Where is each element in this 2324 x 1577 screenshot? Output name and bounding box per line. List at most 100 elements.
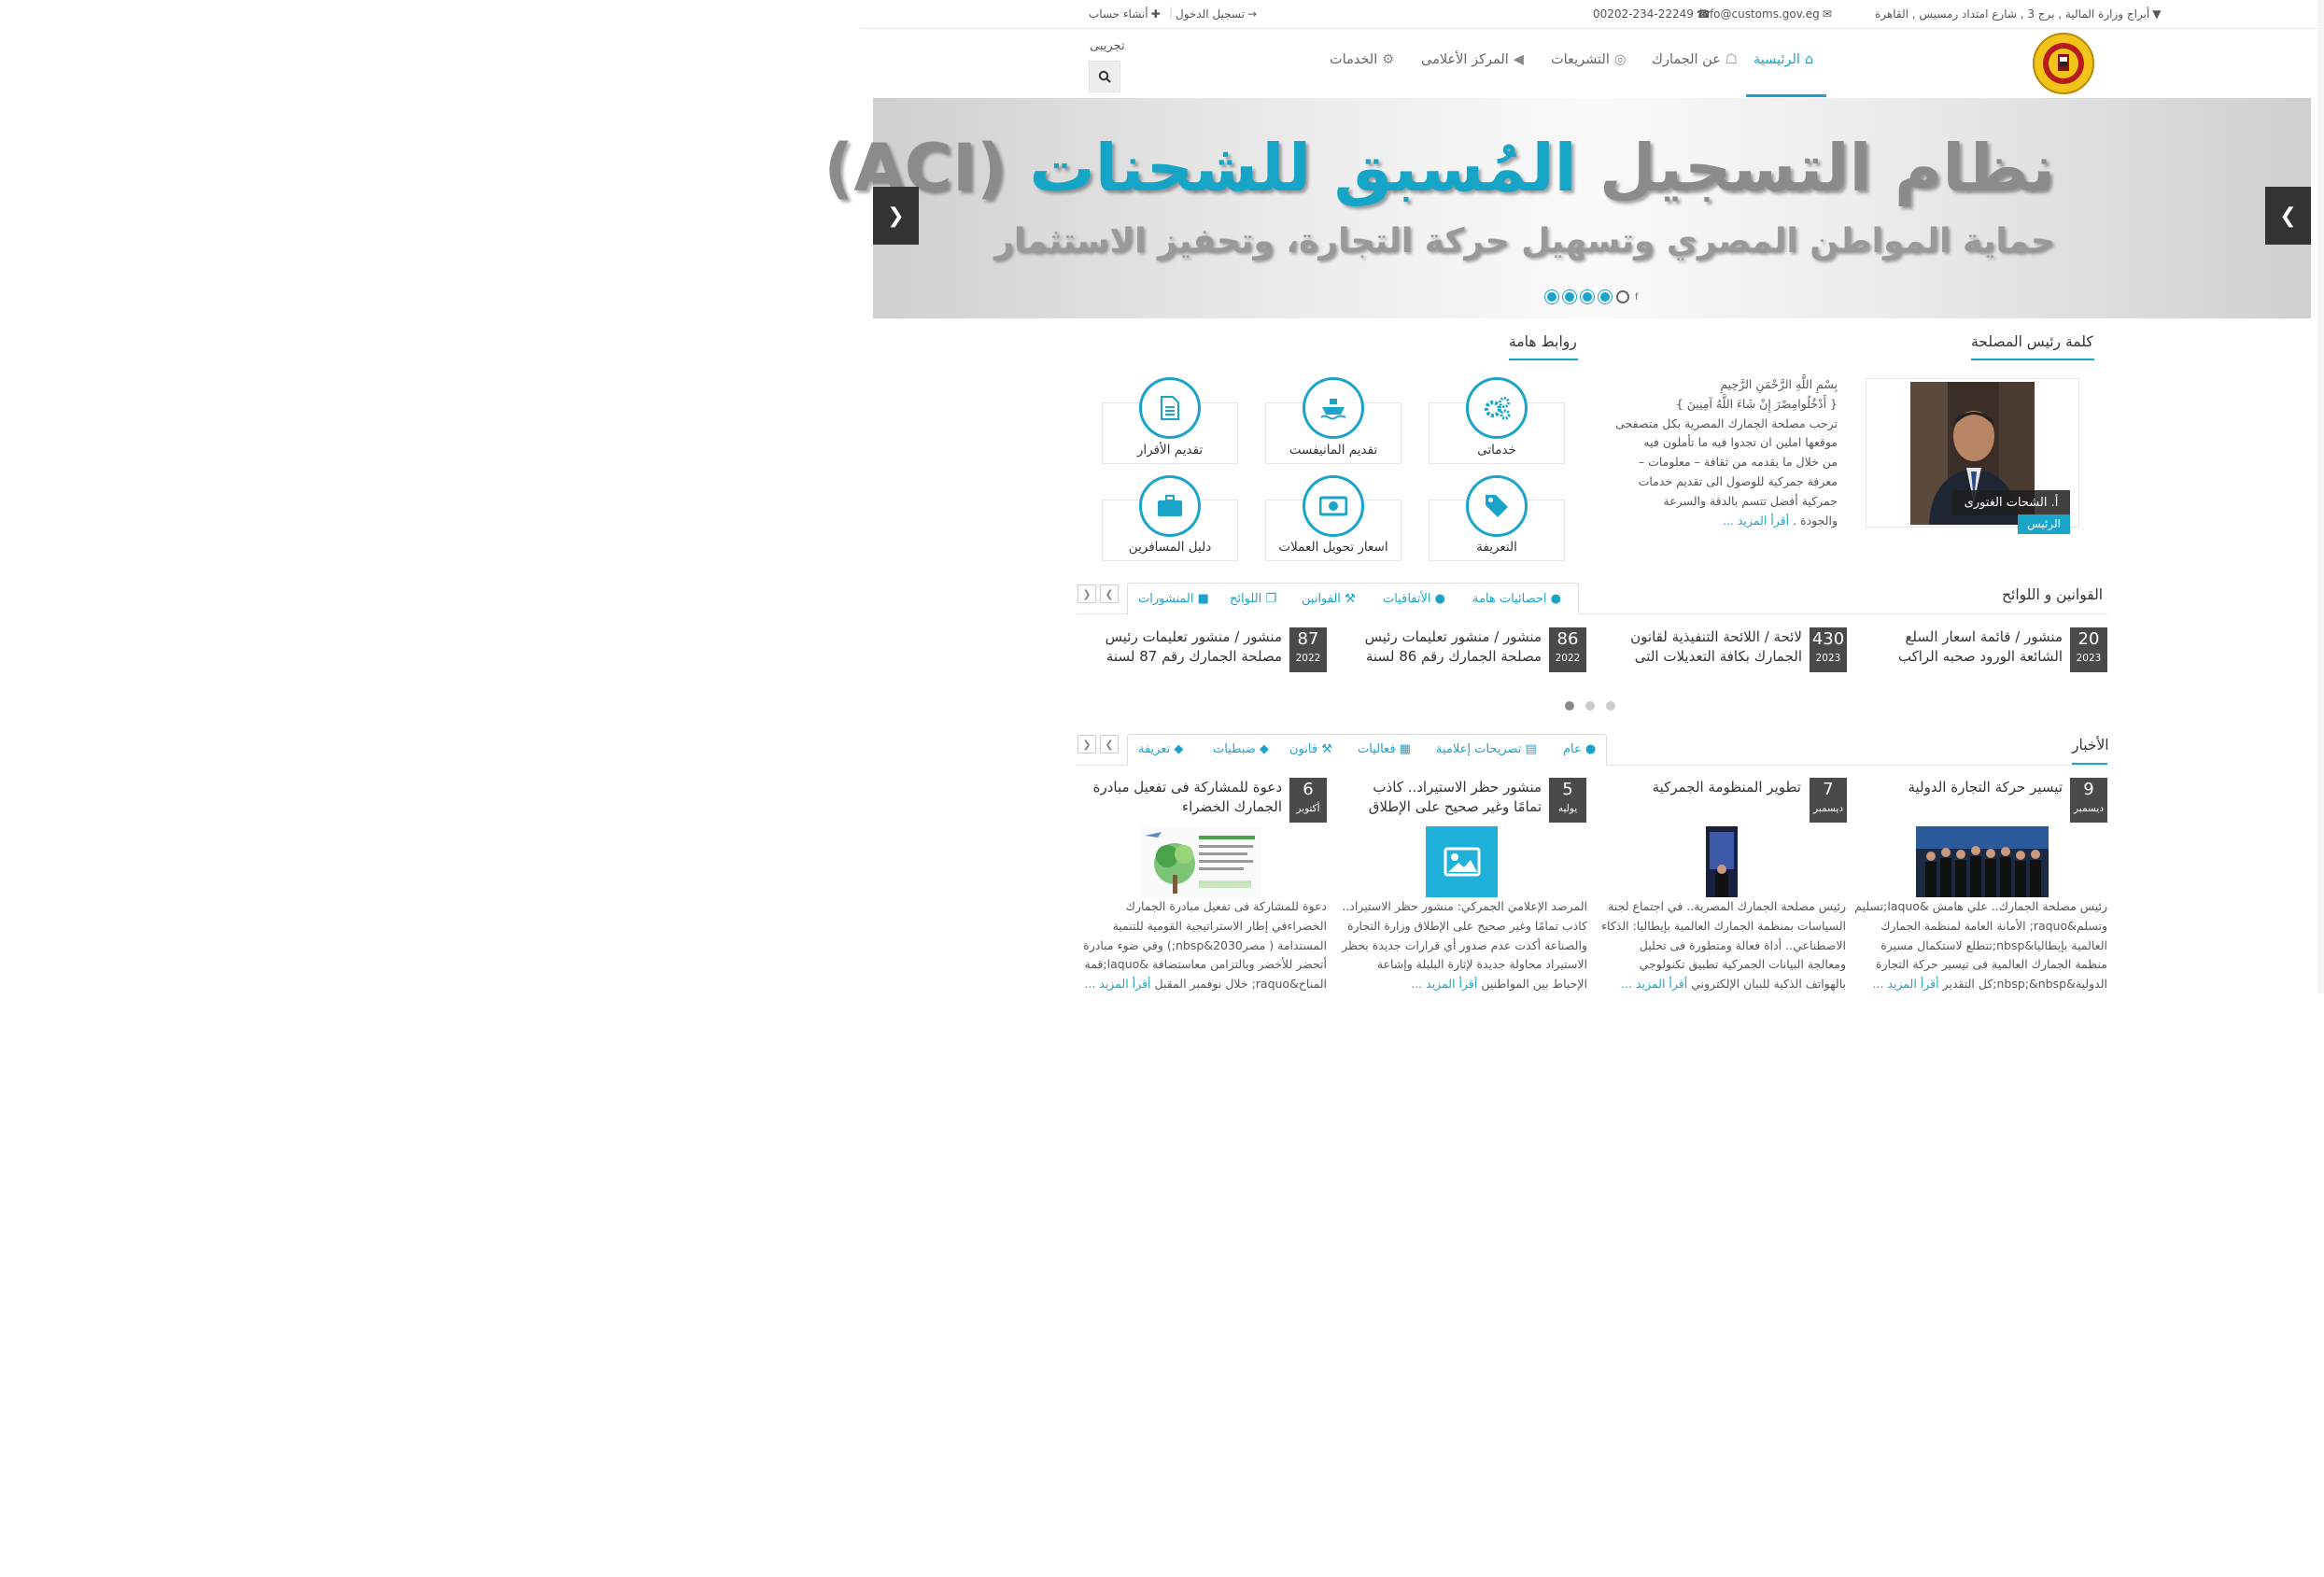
link-tariff-circle[interactable]: [1466, 475, 1528, 537]
news-item-excerpt: رئيس مصلحة الجمارك.. علي هامش &laquo;تسل…: [1854, 899, 2107, 992]
laws-tab-publications[interactable]: ■ المنشورات: [1138, 592, 1209, 606]
login-link[interactable]: →تسجيل الدخول: [1176, 7, 1257, 21]
news-item-title[interactable]: دعوة للمشاركة فى تفعيل مبادرة الجمارك ال…: [1073, 778, 1282, 817]
news-item-image[interactable]: [1706, 826, 1738, 897]
link-declaration-circle[interactable]: [1139, 377, 1201, 439]
shield-icon: ◆: [1259, 742, 1269, 756]
globe-icon: ●: [1585, 742, 1597, 756]
pagination-dot[interactable]: [1565, 701, 1574, 711]
link-manifest-circle[interactable]: [1303, 377, 1364, 439]
news-tab-media[interactable]: ▤ تصريحات إعلامية: [1436, 742, 1537, 756]
bullhorn-icon: ◀: [1513, 52, 1524, 67]
home-icon: ⌂: [1804, 52, 1814, 67]
gears-icon: [1485, 397, 1511, 420]
news-item-excerpt: دعوة للمشاركة فى تفعيل مبادرة الجمارك ال…: [1083, 899, 1327, 992]
nav-active-indicator: [1746, 94, 1826, 97]
link-my-services-circle[interactable]: [1466, 377, 1528, 439]
news-read-more[interactable]: أقرأ المزيد ...: [1411, 977, 1477, 991]
user-plus-icon: ✚: [1150, 7, 1161, 21]
news-tab-law[interactable]: ⚒ قانون: [1289, 742, 1332, 756]
law-date-badge: 86 2022: [1549, 627, 1586, 672]
chief-message: بِسْمِ اللَّهِ الرَّحْمَنِ الرَّحِيمِ { …: [1615, 377, 1838, 528]
email[interactable]: ✉info@customs.gov.eg: [1699, 7, 1832, 21]
tags-icon: [1486, 495, 1508, 517]
money-icon: [1319, 496, 1347, 516]
news-item-title[interactable]: منشور حظر الاستيراد.. كاذب تمامًا وغير ص…: [1345, 778, 1542, 817]
phone-icon: ☎: [1696, 7, 1711, 21]
slider-dot[interactable]: [1599, 290, 1612, 303]
law-item-title[interactable]: منشور / منشور تعليمات رئيس مصلحة الجمارك…: [1344, 627, 1542, 667]
envelope-icon: ✉: [1822, 7, 1832, 21]
document-icon: [1161, 396, 1179, 420]
news-tab-general[interactable]: ● عام: [1563, 742, 1596, 756]
news-prev-arrow[interactable]: ❮: [1077, 735, 1096, 753]
search-button[interactable]: [1089, 61, 1120, 92]
pagination-dot[interactable]: [1585, 701, 1595, 711]
gears-icon: ⚙: [1382, 52, 1395, 67]
laws-tab-regulations[interactable]: ❐ اللوائح: [1230, 592, 1276, 606]
chief-read-more[interactable]: أقرأ المزيد ...: [1723, 514, 1789, 528]
sign-in-icon: →: [1247, 7, 1258, 21]
page-scrollbar[interactable]: [2317, 0, 2324, 993]
news-item-image-placeholder[interactable]: [1426, 826, 1498, 897]
slider-dots-suffix: f: [1635, 292, 1639, 303]
slider-dot[interactable]: [1581, 290, 1594, 303]
image-icon: [1444, 847, 1480, 877]
slider-dot[interactable]: [1545, 290, 1558, 303]
nav-about[interactable]: ☖عن الجمارك: [1652, 52, 1738, 67]
slide-title: نظام التسجيل المُسبق للشحنات (ACI): [824, 130, 2055, 206]
links-heading-underline: [1509, 359, 1578, 360]
compass-icon: ◎: [1613, 52, 1627, 67]
pagination-dot[interactable]: [1606, 701, 1615, 711]
law-item-title[interactable]: لائحة / اللائحة التنفيذية لقانون الجمارك…: [1604, 627, 1802, 667]
news-read-more[interactable]: أقرأ المزيد ...: [1084, 977, 1150, 991]
slider-prev-button[interactable]: ❮: [873, 187, 919, 245]
chevron-left-icon: ❮: [887, 204, 905, 228]
link-currency-rates-circle[interactable]: [1303, 475, 1364, 537]
gavel-icon: ⚒: [1321, 742, 1332, 756]
laws-next-arrow[interactable]: ❯: [1100, 584, 1119, 603]
news-next-arrow[interactable]: ❯: [1100, 735, 1119, 753]
newspaper-icon: ▤: [1525, 742, 1537, 756]
news-read-more[interactable]: أقرأ المزيد ...: [1872, 977, 1938, 991]
laws-tab-laws[interactable]: ⚒ القوانين: [1302, 592, 1356, 606]
globe-icon: ●: [1550, 592, 1561, 606]
chevron-left-icon: ❮: [1082, 738, 1092, 751]
link-tariff-label: التعريفة: [1476, 540, 1517, 555]
news-item-image[interactable]: [1141, 826, 1261, 897]
slide-subtitle: حماية المواطن المصري وتسهيل حركة التجارة…: [994, 222, 2055, 260]
slider-dot-current[interactable]: [1616, 290, 1629, 303]
nav-media-center[interactable]: ◀المركز الأعلامى: [1421, 52, 1524, 67]
news-item-excerpt: رئيس مصلحة الجمارك المصرية.. في اجتماع ل…: [1601, 899, 1846, 992]
link-declaration-label: تقديم الأقرار: [1136, 443, 1204, 458]
calendar-icon: ▦: [1399, 742, 1411, 756]
news-item-image[interactable]: [1916, 826, 2049, 897]
link-travellers-guide-circle[interactable]: [1139, 475, 1201, 537]
news-tab-seizures[interactable]: ◆ ضبطيات: [1213, 742, 1269, 756]
nav-home[interactable]: ⌂الرئيسية: [1754, 52, 1813, 67]
link-travellers-guide-label: دليل المسافرين: [1128, 540, 1212, 555]
law-item-title[interactable]: منشور / قائمة اسعار السلع الشائعة الورود…: [1874, 627, 2063, 667]
globe-icon: ●: [1434, 592, 1446, 606]
news-tab-tariff[interactable]: ◆ تعريفة: [1138, 742, 1183, 756]
news-item-title[interactable]: تطوير المنظومة الجمركية: [1607, 778, 1801, 797]
nav-legislation[interactable]: ◎التشريعات: [1551, 52, 1627, 67]
news-read-more[interactable]: أقرأ المزيد ...: [1621, 977, 1687, 991]
nav-services[interactable]: ⚙الخدمات: [1330, 52, 1394, 67]
news-date-badge: 6 أكتوبر: [1289, 778, 1327, 823]
laws-tab-statistics[interactable]: ● احصائيات هامة: [1472, 592, 1561, 606]
slider-dot[interactable]: [1563, 290, 1576, 303]
chief-heading: كلمة رئيس المصلحة: [1971, 333, 2093, 350]
gavel-icon: ⚒: [1345, 592, 1356, 606]
news-tab-events[interactable]: ▦ فعاليات: [1358, 742, 1411, 756]
bank-icon: ☖: [1725, 52, 1738, 67]
customs-logo[interactable]: [2033, 32, 2094, 95]
laws-prev-arrow[interactable]: ❮: [1077, 584, 1096, 603]
laws-tab-agreements[interactable]: ● الأتفاقيات: [1383, 592, 1445, 606]
book-icon: ■: [1197, 592, 1209, 606]
law-item-title[interactable]: منشور / منشور تعليمات رئيس مصلحة الجمارك…: [1084, 627, 1282, 667]
separator: |: [1169, 6, 1174, 19]
news-item-title[interactable]: تيسير حركة التجارة الدولية: [1868, 778, 2063, 797]
register-link[interactable]: ✚أنشاء حساب: [1089, 7, 1161, 21]
slider-next-button[interactable]: ❯: [2265, 187, 2311, 245]
